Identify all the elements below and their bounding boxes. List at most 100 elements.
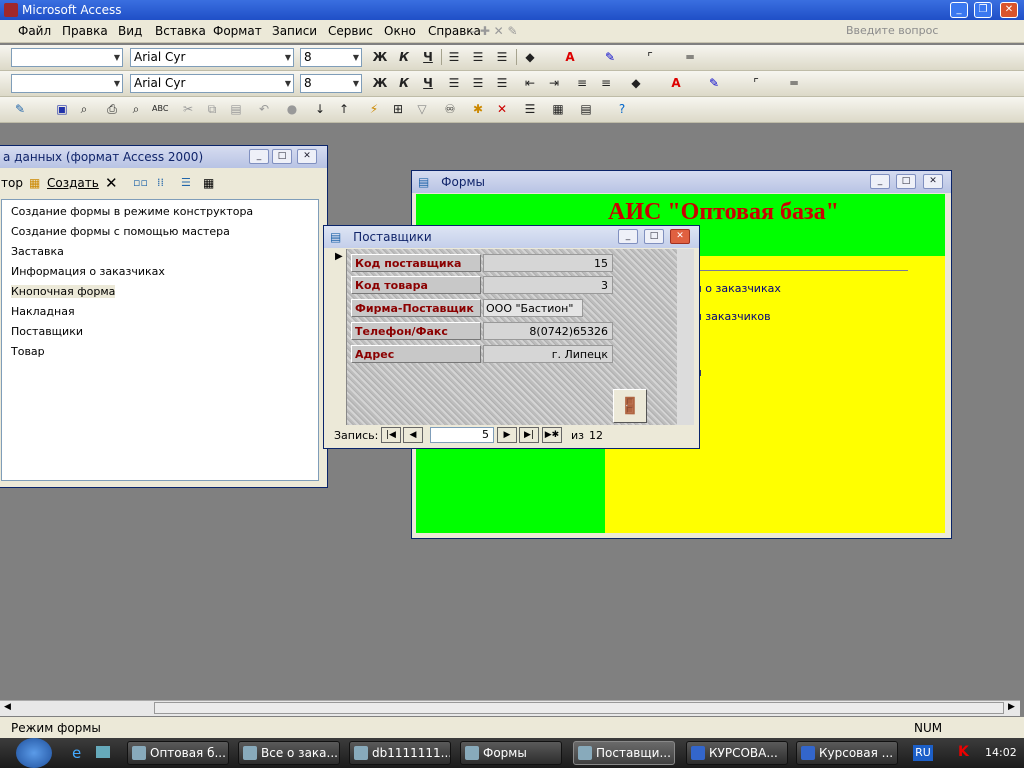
- maximize-button[interactable]: □: [272, 149, 292, 164]
- taskbar-item-active[interactable]: Поставщи...: [573, 741, 675, 765]
- line-width-icon[interactable]: ═: [786, 75, 802, 91]
- help-icon[interactable]: ?: [614, 101, 630, 117]
- font-color-icon[interactable]: A: [562, 49, 578, 65]
- apply-filter-icon[interactable]: ▽: [414, 101, 430, 117]
- italic-button[interactable]: К: [396, 49, 412, 65]
- taskbar-item[interactable]: Курсовая ...: [796, 741, 898, 765]
- field-company[interactable]: ООО "Бастион": [483, 299, 583, 317]
- align-right-icon[interactable]: ☰: [494, 49, 510, 65]
- border-icon[interactable]: ⌜: [748, 75, 764, 91]
- outdent-icon[interactable]: ⇥: [546, 75, 562, 91]
- vertical-scrollbar[interactable]: [677, 249, 694, 425]
- menu-file[interactable]: Файл: [18, 24, 51, 38]
- filter-form-icon[interactable]: ⊞: [390, 101, 406, 117]
- mdi-min-icon[interactable]: ⎯ ✚ ✕ ✎: [470, 24, 530, 39]
- first-record-button[interactable]: |◀: [381, 427, 401, 443]
- minimize-button[interactable]: _: [249, 149, 269, 164]
- start-button[interactable]: [16, 738, 52, 768]
- paste-icon[interactable]: ▤: [228, 101, 244, 117]
- fill-color-icon[interactable]: ◆: [628, 75, 644, 91]
- menu-records[interactable]: Записи: [272, 24, 317, 38]
- numbered-list-icon[interactable]: ≡: [574, 75, 590, 91]
- close-button[interactable]: ✕: [670, 229, 690, 244]
- database-window-icon[interactable]: ▦: [550, 101, 566, 117]
- border-icon[interactable]: ⌜: [642, 49, 658, 65]
- bold-button[interactable]: Ж: [372, 75, 388, 91]
- cut-icon[interactable]: ✂: [180, 101, 196, 117]
- underline-button[interactable]: Ч: [420, 75, 436, 91]
- designer-button[interactable]: тор: [1, 176, 23, 190]
- ie-icon[interactable]: e: [72, 744, 81, 762]
- large-icons-icon[interactable]: ▫▫: [133, 176, 148, 189]
- find-icon[interactable]: ♾: [442, 101, 458, 117]
- line-color-icon[interactable]: ✎: [706, 75, 722, 91]
- minimize-button[interactable]: _: [950, 2, 968, 18]
- taskbar-item[interactable]: db1111111...: [349, 741, 451, 765]
- list-item[interactable]: Накладная: [11, 305, 75, 318]
- minimize-button[interactable]: _: [618, 229, 638, 244]
- new-record-icon[interactable]: ✱: [470, 101, 486, 117]
- menu-format[interactable]: Формат: [213, 24, 262, 38]
- menu-view[interactable]: Вид: [118, 24, 142, 38]
- close-form-button[interactable]: 🚪: [613, 389, 647, 423]
- taskbar-item[interactable]: Формы: [460, 741, 562, 765]
- save-icon[interactable]: ▣: [54, 101, 70, 117]
- print-icon[interactable]: ⎙: [104, 101, 120, 117]
- style-combo[interactable]: ▼: [11, 74, 123, 93]
- properties-icon[interactable]: ☰: [522, 101, 538, 117]
- list-item[interactable]: Информация о заказчиках: [11, 265, 165, 278]
- view-icon[interactable]: ✎: [12, 101, 28, 117]
- undo-icon[interactable]: ↶: [256, 101, 272, 117]
- font-combo[interactable]: Arial Cyr ▼: [130, 48, 294, 67]
- small-icons-icon[interactable]: ⁞⁞: [157, 176, 164, 189]
- close-button[interactable]: ✕: [923, 174, 943, 189]
- current-record-input[interactable]: 5: [430, 427, 494, 443]
- taskbar-item[interactable]: КУРСОВА...: [686, 741, 788, 765]
- close-button[interactable]: ✕: [1000, 2, 1018, 18]
- taskbar-item[interactable]: Все о зака...: [238, 741, 340, 765]
- menu-window[interactable]: Окно: [384, 24, 416, 38]
- align-left-icon[interactable]: ☰: [446, 75, 462, 91]
- new-record-button[interactable]: ▶✱: [542, 427, 562, 443]
- last-record-button[interactable]: ▶|: [519, 427, 539, 443]
- spelling-icon[interactable]: ABC: [152, 101, 168, 117]
- next-record-button[interactable]: ▶: [497, 427, 517, 443]
- minimize-button[interactable]: _: [870, 174, 890, 189]
- list-icon[interactable]: ☰: [181, 176, 191, 189]
- menu-insert[interactable]: Вставка: [155, 24, 206, 38]
- create-button[interactable]: Создать: [47, 176, 99, 190]
- prev-record-button[interactable]: ◀: [403, 427, 423, 443]
- filter-selection-icon[interactable]: ⚡: [366, 101, 382, 117]
- font-size-combo[interactable]: 8 ▼: [300, 48, 362, 67]
- hyperlink-icon[interactable]: ●: [284, 101, 300, 117]
- switchboard-item[interactable]: ия о заказчиках: [688, 282, 781, 295]
- list-item[interactable]: Создание формы с помощью мастера: [11, 225, 230, 238]
- scroll-thumb[interactable]: [154, 702, 1004, 714]
- switchboard-item[interactable]: ия заказчиков: [688, 310, 771, 323]
- scroll-left-icon[interactable]: ◀: [4, 702, 11, 712]
- horizontal-scrollbar[interactable]: ◀ ▶: [0, 700, 1020, 716]
- scroll-right-icon[interactable]: ▶: [1008, 702, 1015, 712]
- show-desktop-icon[interactable]: [96, 746, 110, 758]
- new-object-icon[interactable]: ▤: [578, 101, 594, 117]
- field-phone[interactable]: 8(0742)65326: [483, 322, 613, 340]
- close-button[interactable]: ✕: [297, 149, 317, 164]
- delete-record-icon[interactable]: ✕: [494, 101, 510, 117]
- menu-tools[interactable]: Сервис: [328, 24, 373, 38]
- fill-color-icon[interactable]: ◆: [522, 49, 538, 65]
- sort-desc-icon[interactable]: ↑: [336, 101, 352, 117]
- line-width-icon[interactable]: ═: [682, 49, 698, 65]
- indent-icon[interactable]: ⇤: [522, 75, 538, 91]
- underline-button[interactable]: Ч: [420, 49, 436, 65]
- font-color-icon[interactable]: A: [668, 75, 684, 91]
- font-combo[interactable]: Arial Cyr ▼: [130, 74, 294, 93]
- font-size-combo[interactable]: 8 ▼: [300, 74, 362, 93]
- list-item[interactable]: Заставка: [11, 245, 64, 258]
- align-left-icon[interactable]: ☰: [446, 49, 462, 65]
- maximize-button[interactable]: □: [644, 229, 664, 244]
- style-combo[interactable]: ▼: [11, 48, 123, 67]
- maximize-button[interactable]: □: [896, 174, 916, 189]
- sort-asc-icon[interactable]: ↓: [312, 101, 328, 117]
- field-address[interactable]: г. Липецк: [483, 345, 613, 363]
- list-item[interactable]: Поставщики: [11, 325, 83, 338]
